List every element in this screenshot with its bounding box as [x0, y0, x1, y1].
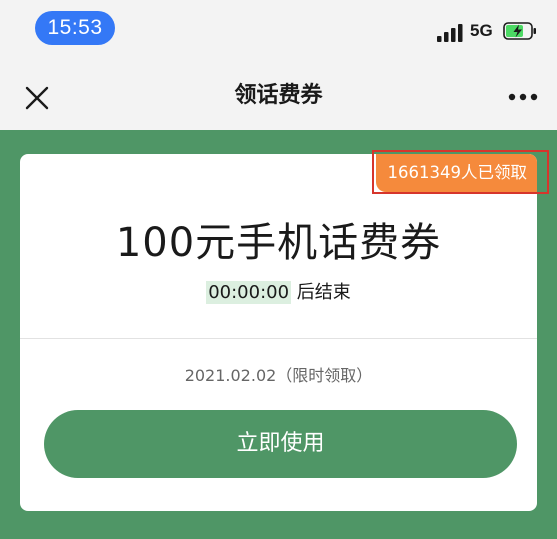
- nav-bar: 领话费券: [0, 62, 557, 130]
- countdown-row: 00:00:00 后结束: [20, 278, 537, 304]
- divider: [20, 338, 537, 339]
- coupon-stage: 1661349人已领取 100元手机话费券 00:00:00 后结束 2021.…: [0, 130, 557, 539]
- status-bar: 15:53 5G: [0, 0, 557, 62]
- signal-icon: [437, 24, 463, 42]
- battery-charging-icon: [503, 22, 536, 40]
- page-title: 领话费券: [234, 83, 323, 108]
- coupon-card: 1661349人已领取 100元手机话费券 00:00:00 后结束 2021.…: [20, 154, 537, 511]
- use-now-button[interactable]: 立即使用: [44, 410, 517, 478]
- network-type: 5G: [470, 21, 493, 40]
- validity-date: 2021.02.02（限时领取）: [184, 366, 373, 385]
- status-time: 15:53: [35, 11, 115, 45]
- more-icon[interactable]: [508, 93, 538, 101]
- claimed-count-badge: 1661349人已领取: [375, 154, 537, 192]
- coupon-title: 100元手机话费券: [115, 220, 442, 266]
- countdown-suffix: 后结束: [291, 282, 351, 303]
- countdown-timer: 00:00:00: [206, 281, 292, 304]
